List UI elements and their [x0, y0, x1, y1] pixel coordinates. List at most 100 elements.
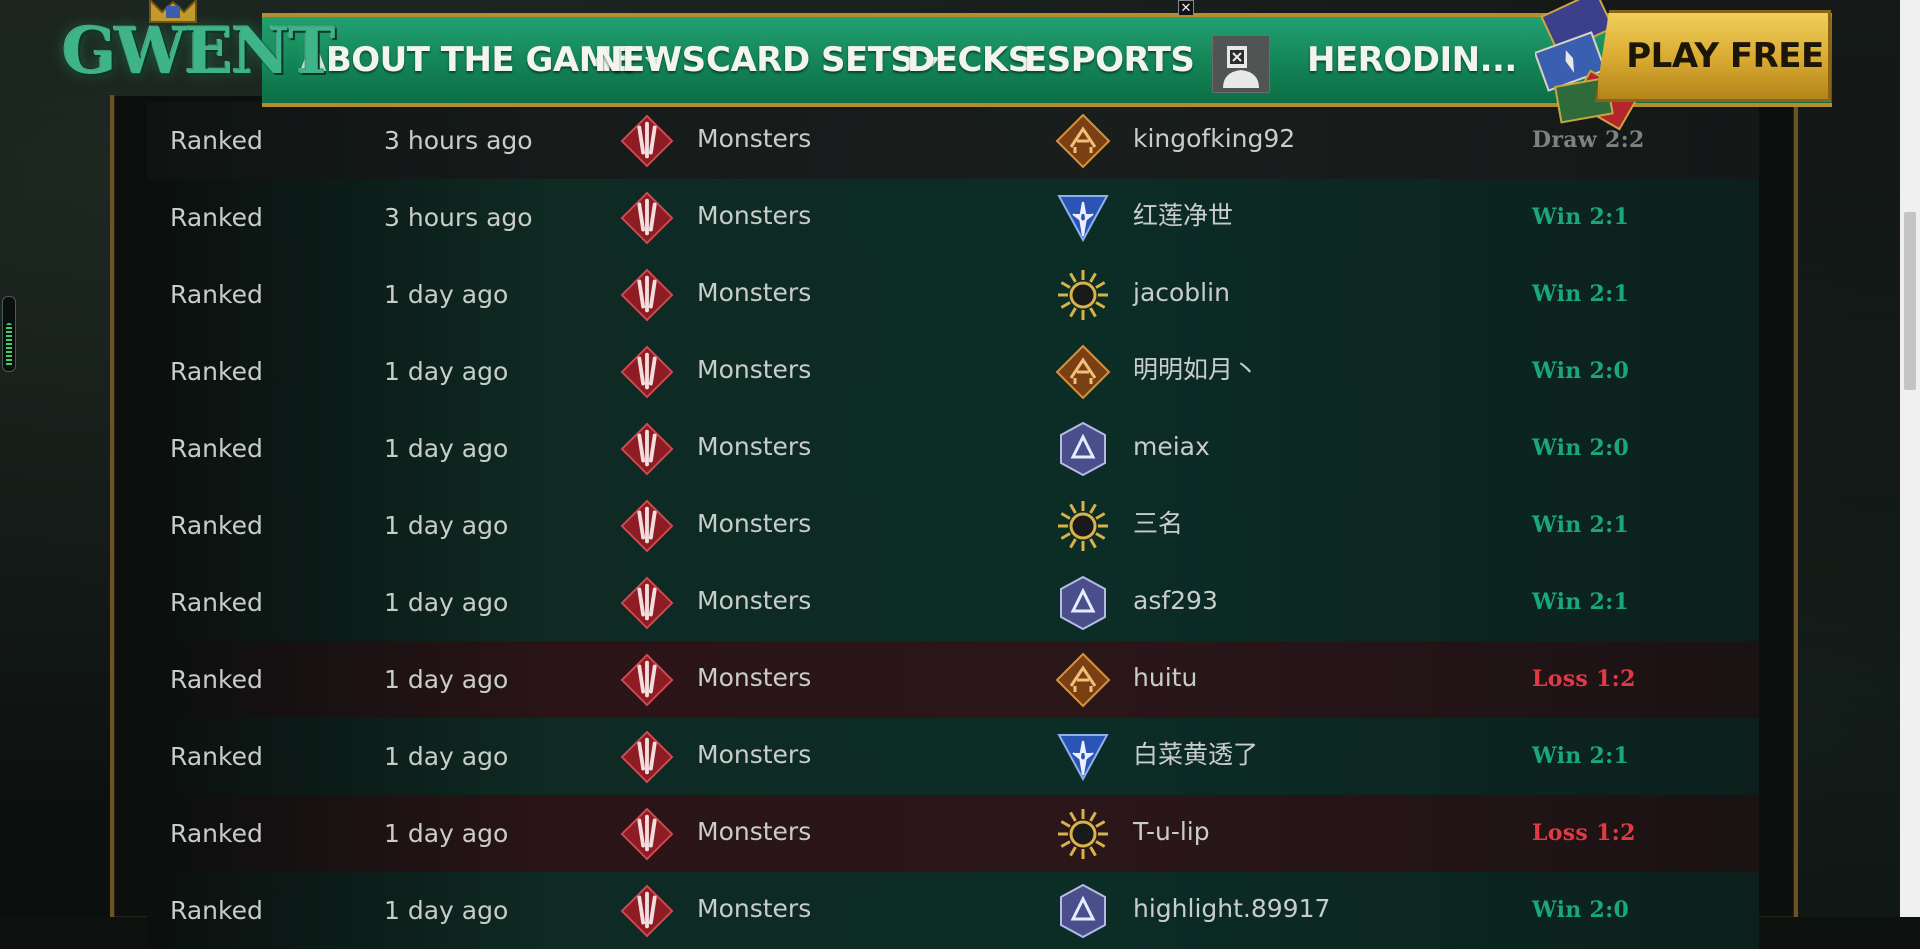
syndicate-icon: [1055, 652, 1111, 708]
opponent-name[interactable]: 白菜黄透了: [1133, 718, 1258, 795]
opponent-name[interactable]: 红莲净世: [1133, 179, 1233, 256]
match-time: 1 day ago: [384, 588, 509, 617]
skellige-icon: [1060, 883, 1106, 939]
nilfgaard-icon: [1055, 806, 1111, 862]
monsters-icon: [620, 268, 674, 322]
opponent-name[interactable]: 三名: [1133, 487, 1183, 564]
nav-card-sets-label: CARD SETS: [706, 40, 915, 80]
match-row[interactable]: Ranked 1 day ago Monsters 白菜黄透了 Win 2:1: [147, 718, 1759, 795]
monsters-icon: [620, 191, 674, 245]
match-row[interactable]: Ranked 1 day ago Monsters jacoblin Win 2…: [147, 256, 1759, 333]
match-row[interactable]: Ranked 1 day ago Monsters huitu Loss 1:2: [147, 641, 1759, 718]
match-row[interactable]: Ranked 3 hours ago Monsters kingofking92…: [147, 102, 1759, 179]
opponent-name[interactable]: 明明如月丶: [1133, 333, 1258, 410]
page-scrollbar[interactable]: [1900, 0, 1920, 917]
scrollbar-thumb[interactable]: [1904, 212, 1916, 390]
monsters-icon: [620, 807, 674, 861]
nilfgaard-icon: [1058, 809, 1108, 859]
nilfgaard-icon: [1055, 267, 1111, 323]
skellige-icon: [1055, 883, 1111, 939]
nav-news[interactable]: NEWS: [594, 17, 706, 103]
nav-card-sets[interactable]: CARD SETS: [706, 17, 941, 103]
monsters-icon: [620, 730, 674, 784]
avatar[interactable]: [1212, 35, 1270, 93]
opponent-name[interactable]: kingofking92: [1133, 102, 1295, 179]
opponent-name[interactable]: T-u-lip: [1133, 795, 1210, 872]
match-mode: Ranked: [170, 280, 263, 309]
monsters-icon: [620, 345, 674, 399]
monsters-icon: [620, 884, 674, 938]
nav-news-label: NEWS: [594, 40, 706, 80]
northern-realms-icon: [1057, 195, 1109, 243]
match-row[interactable]: Ranked 1 day ago Monsters 三名 Win 2:1: [147, 487, 1759, 564]
match-row[interactable]: Ranked 1 day ago Monsters meiax Win 2:0: [147, 410, 1759, 487]
opponent-name[interactable]: asf293: [1133, 564, 1218, 641]
match-time: 3 hours ago: [384, 126, 533, 155]
monsters-icon: [620, 191, 674, 245]
northern-realms-icon: [1055, 190, 1111, 246]
syndicate-icon: [1055, 344, 1111, 400]
user-silhouette-icon: [1213, 36, 1269, 92]
match-mode: Ranked: [170, 819, 263, 848]
faction-name: Monsters: [697, 740, 812, 769]
opponent-name[interactable]: highlight.89917: [1133, 872, 1330, 949]
match-mode: Ranked: [170, 357, 263, 386]
match-result: Win 2:1: [1532, 204, 1630, 230]
monsters-icon: [620, 576, 674, 630]
match-row[interactable]: Ranked 1 day ago Monsters T-u-lip Loss 1…: [147, 795, 1759, 872]
opponent-name[interactable]: huitu: [1133, 641, 1197, 718]
monsters-icon: [620, 422, 674, 476]
match-row[interactable]: Ranked 1 day ago Monsters 明明如月丶 Win 2:0: [147, 333, 1759, 410]
northern-realms-icon: [1055, 729, 1111, 785]
monsters-icon: [620, 345, 674, 399]
skellige-icon: [1055, 421, 1111, 477]
match-result: Win 2:1: [1532, 743, 1630, 769]
close-icon[interactable]: ✕: [1178, 0, 1194, 16]
logo-wordmark: GWENT: [62, 14, 335, 89]
monsters-icon: [620, 576, 674, 630]
northern-realms-icon: [1057, 734, 1109, 782]
monsters-icon: [620, 884, 674, 938]
user-menu[interactable]: HERODIN...: [1307, 17, 1555, 103]
opponent-name[interactable]: jacoblin: [1133, 256, 1230, 333]
match-result: Win 2:1: [1532, 589, 1630, 615]
faction-name: Monsters: [697, 124, 812, 153]
match-row[interactable]: Ranked 3 hours ago Monsters 红莲净世 Win 2:1: [147, 179, 1759, 256]
faction-name: Monsters: [697, 355, 812, 384]
gwent-logo[interactable]: GWENT: [62, 0, 335, 100]
match-mode: Ranked: [170, 203, 263, 232]
nav-decks[interactable]: DECKS: [907, 17, 1032, 103]
monsters-icon: [620, 807, 674, 861]
match-mode: Ranked: [170, 511, 263, 540]
match-time: 1 day ago: [384, 434, 509, 463]
match-time: 1 day ago: [384, 896, 509, 925]
nilfgaard-icon: [1058, 501, 1108, 551]
match-result: Win 2:1: [1532, 281, 1630, 307]
monsters-icon: [620, 499, 674, 553]
match-row[interactable]: Ranked 1 day ago Monsters highlight.8991…: [147, 872, 1759, 949]
faction-name: Monsters: [697, 894, 812, 923]
opponent-name[interactable]: meiax: [1133, 410, 1210, 487]
skellige-icon: [1060, 421, 1106, 477]
faction-name: Monsters: [697, 509, 812, 538]
match-time: 1 day ago: [384, 280, 509, 309]
match-result: Loss 1:2: [1532, 666, 1636, 692]
play-free-button[interactable]: PLAY FREE: [1620, 10, 1830, 102]
monsters-icon: [620, 422, 674, 476]
faction-name: Monsters: [697, 432, 812, 461]
faction-name: Monsters: [697, 586, 812, 615]
syndicate-icon: [1055, 344, 1111, 400]
nav-esports[interactable]: ESPORTS: [1024, 17, 1195, 103]
syndicate-icon: [1055, 652, 1111, 708]
monsters-icon: [620, 114, 674, 168]
side-progress-fill: [6, 323, 12, 367]
side-progress-handle[interactable]: [2, 296, 16, 372]
match-row[interactable]: Ranked 1 day ago Monsters asf293 Win 2:1: [147, 564, 1759, 641]
nilfgaard-icon: [1058, 270, 1108, 320]
match-time: 3 hours ago: [384, 203, 533, 232]
nav-decks-label: DECKS: [907, 40, 1032, 80]
faction-name: Monsters: [697, 663, 812, 692]
match-result: Loss 1:2: [1532, 820, 1636, 846]
match-mode: Ranked: [170, 665, 263, 694]
match-result: Win 2:1: [1532, 512, 1630, 538]
